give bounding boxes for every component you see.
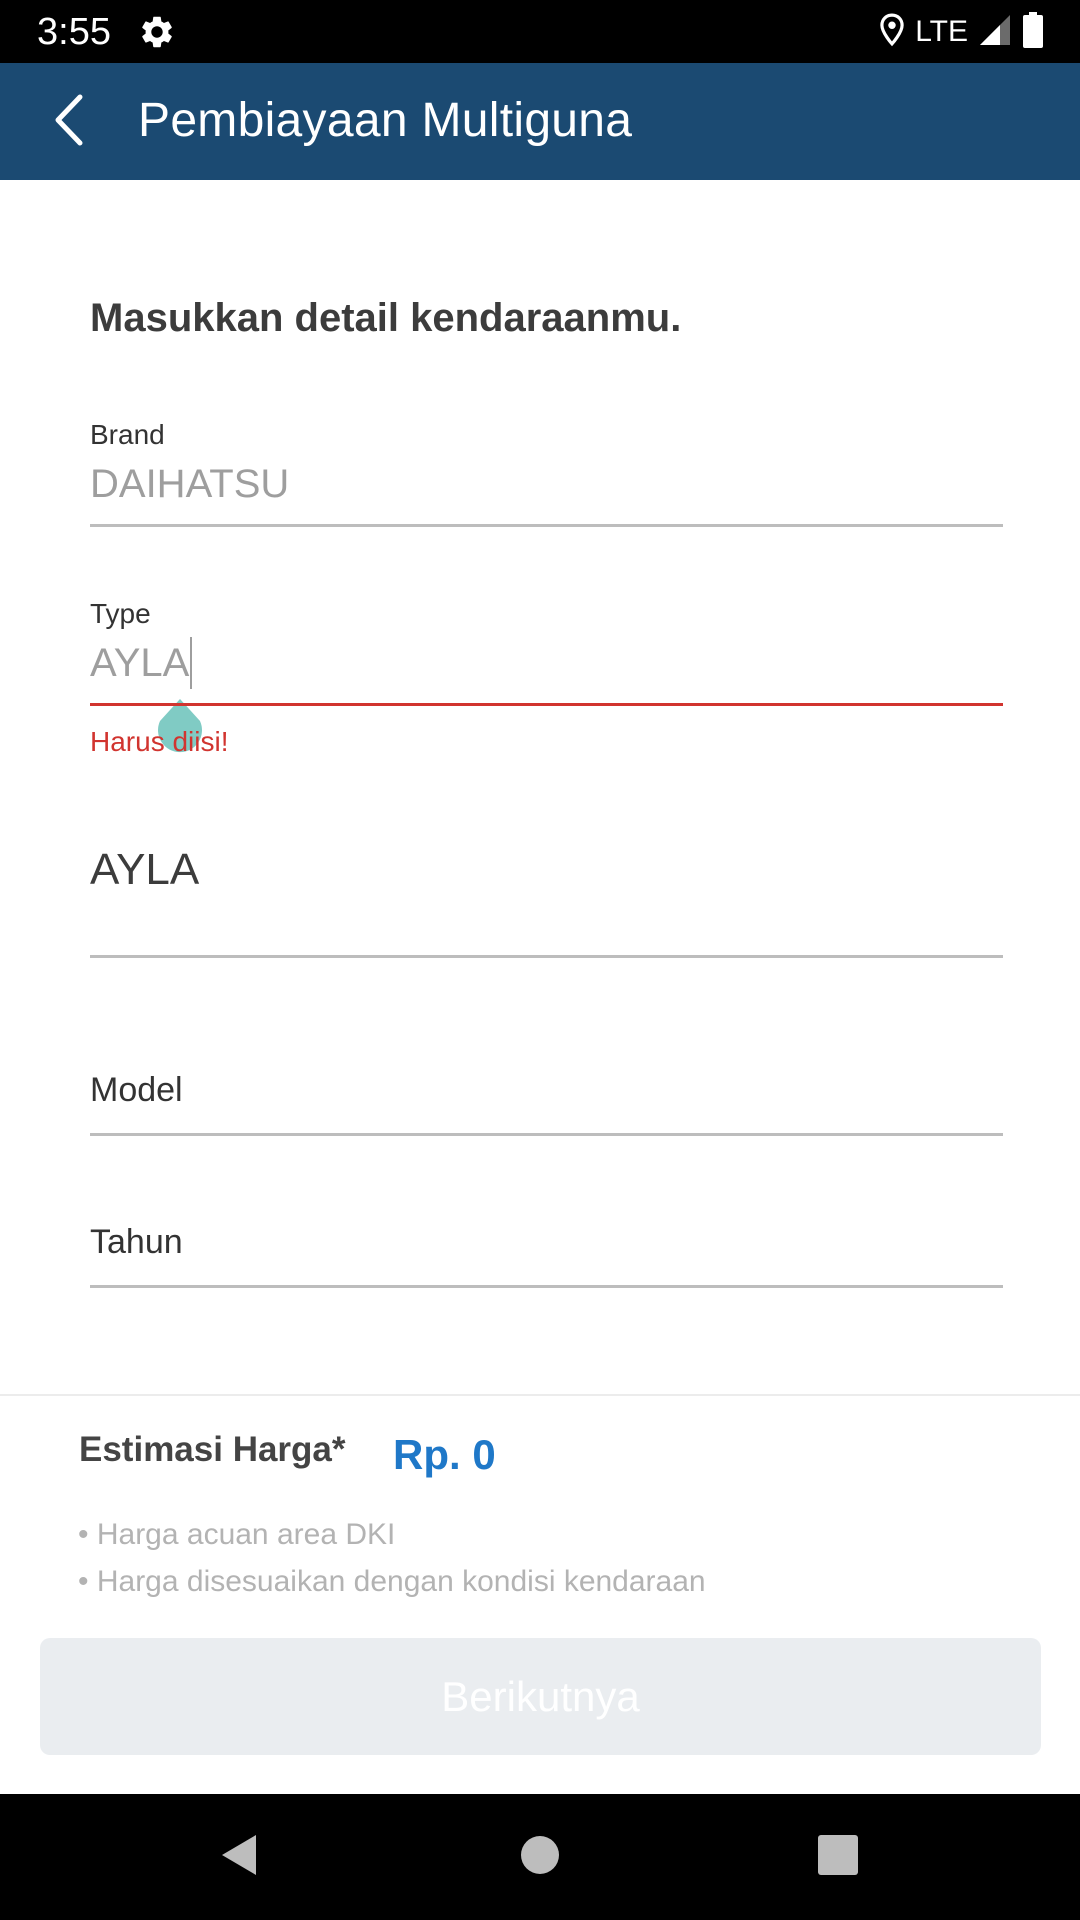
nav-recents-button[interactable] xyxy=(808,1827,868,1887)
back-button[interactable] xyxy=(40,93,98,151)
type-select-value: AYLA xyxy=(90,845,200,894)
brand-underline xyxy=(90,524,1003,527)
type-underline xyxy=(90,703,1003,706)
year-placeholder: Tahun xyxy=(90,1223,183,1261)
page-title: Pembiayaan Multiguna xyxy=(138,94,633,147)
recents-square-icon xyxy=(817,1834,859,1881)
year-select[interactable]: Tahun xyxy=(90,1220,1003,1264)
model-select[interactable]: Model xyxy=(90,1068,1003,1112)
chevron-left-icon xyxy=(52,93,86,152)
year-underline xyxy=(90,1285,1003,1288)
status-icons: LTE xyxy=(879,11,1044,53)
status-bar: 3:55 LTE xyxy=(0,0,1080,63)
battery-icon xyxy=(1022,11,1044,53)
brand-field[interactable]: Brand DAIHATSU xyxy=(90,418,1003,510)
nav-back-button[interactable] xyxy=(208,1827,268,1887)
system-nav-bar xyxy=(0,1794,1080,1920)
home-circle-icon xyxy=(519,1834,561,1881)
model-placeholder: Model xyxy=(90,1071,183,1109)
section-divider xyxy=(0,1394,1080,1396)
network-type: LTE xyxy=(915,15,968,48)
form-heading: Masukkan detail kendaraanmu. xyxy=(90,296,682,340)
type-field[interactable]: Type AYLA xyxy=(90,597,1003,753)
type-input[interactable]: AYLA xyxy=(90,637,1003,753)
nav-home-button[interactable] xyxy=(510,1827,570,1887)
model-underline xyxy=(90,1133,1003,1136)
settings-gear-icon xyxy=(138,13,176,51)
signal-icon xyxy=(978,13,1012,52)
type-select-underline xyxy=(90,955,1003,958)
location-icon xyxy=(879,13,905,52)
estimate-note: • Harga disesuaikan dengan kondisi kenda… xyxy=(78,1565,706,1598)
type-select[interactable]: AYLA xyxy=(90,842,1003,898)
type-label: Type xyxy=(90,598,151,629)
app-bar: Pembiayaan Multiguna xyxy=(0,63,1080,180)
type-error-message: Harus diisi! xyxy=(90,726,229,757)
text-cursor xyxy=(190,637,193,689)
brand-label: Brand xyxy=(90,419,165,450)
next-button[interactable]: Berikutnya xyxy=(40,1638,1041,1755)
back-triangle-icon xyxy=(216,1831,260,1884)
brand-value: DAIHATSU xyxy=(90,462,290,506)
estimate-value: Rp. 0 xyxy=(393,1431,496,1478)
estimate-note: • Harga acuan area DKI xyxy=(78,1518,396,1551)
estimate-label: Estimasi Harga* xyxy=(79,1430,346,1469)
type-value: AYLA xyxy=(90,641,190,685)
status-time: 3:55 xyxy=(37,11,111,53)
